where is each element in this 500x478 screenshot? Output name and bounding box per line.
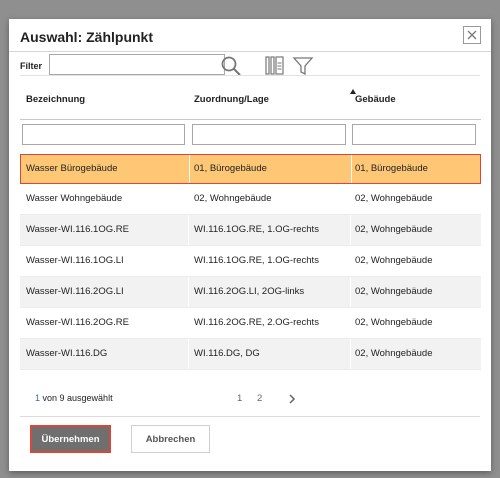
table-row[interactable]: Wasser-WI.116.2OG.LI WI.116.2OG.LI, 2OG-l… [20, 277, 481, 308]
search-icon[interactable] [220, 55, 242, 77]
column-divider [350, 277, 351, 307]
table-row[interactable]: Wasser-WI.116.1OG.LI WI.116.1OG.RE, 1.OG-… [20, 246, 481, 277]
table-row[interactable]: Wasser-WI.116.1OG.RE WI.116.1OG.RE, 1.OG-… [20, 215, 481, 246]
cell-gebaeude: 02, Wohngebäude [355, 286, 433, 297]
close-button[interactable] [463, 26, 481, 44]
table-row[interactable]: Wasser Bürogebäude 01, Bürogebäude 01, Bür… [20, 154, 481, 184]
header-underline [20, 119, 481, 120]
table-row[interactable]: Wasser-WI.116.2OG.RE WI.116.2OG.RE, 2.OG-… [20, 308, 481, 339]
cell-gebaeude: 01, Bürogebäude [355, 163, 428, 174]
column-divider [350, 339, 351, 369]
column-divider [350, 246, 351, 276]
table-row[interactable]: Wasser Wohngebäude 02, Wohngebäude 02, Woh… [20, 184, 481, 215]
column-divider [188, 339, 189, 369]
column-header-zuordnung[interactable]: Zuordnung/Lage [194, 94, 269, 105]
cell-gebaeude: 02, Wohngebäude [355, 193, 433, 204]
cell-zuordnung: WI.116.2OG.RE, 2.OG-rechts [194, 317, 319, 328]
column-divider [350, 215, 351, 245]
title-divider [9, 51, 491, 52]
apply-button[interactable]: Übernehmen [30, 425, 111, 453]
cell-zuordnung: WI.116.1OG.RE, 1.OG-rechts [194, 255, 319, 266]
column-filter-zuordnung[interactable] [192, 124, 346, 145]
column-divider [188, 308, 189, 338]
column-divider [351, 155, 352, 183]
table-row[interactable]: Wasser-WI.116.DG WI.116.DG, DG 02, Wohngeb… [20, 339, 481, 370]
column-filter-bezeichnung[interactable] [22, 124, 185, 145]
cancel-button[interactable]: Abbrechen [131, 425, 210, 453]
footer-divider [20, 416, 480, 417]
columns-icon[interactable] [264, 55, 286, 77]
column-filter-gebaeude[interactable] [352, 124, 476, 145]
dialog-title: Auswahl: Zählpunkt [20, 29, 153, 45]
column-divider [350, 184, 351, 214]
cell-zuordnung: 02, Wohngebäude [194, 193, 272, 204]
table-header: Bezeichnung Zuordnung/Lage Gebäude [20, 79, 481, 120]
cell-gebaeude: 02, Wohngebäude [355, 224, 433, 235]
cell-zuordnung: WI.116.2OG.LI, 2OG-links [194, 286, 305, 297]
table-body: Wasser Bürogebäude 01, Bürogebäude 01, Bür… [20, 154, 481, 370]
cell-gebaeude: 02, Wohngebäude [355, 348, 433, 359]
close-icon [467, 30, 477, 40]
column-header-gebaeude[interactable]: Gebäude [355, 94, 396, 105]
column-divider [188, 215, 189, 245]
column-divider [350, 308, 351, 338]
cell-bezeichnung: Wasser-WI.116.2OG.LI [26, 286, 124, 297]
selection-status: 1 von 9 ausgewählt [35, 393, 113, 403]
filter-input[interactable] [49, 54, 225, 75]
funnel-icon[interactable] [292, 55, 314, 77]
cell-bezeichnung: Wasser-WI.116.1OG.RE [26, 224, 129, 235]
selection-status-text: von 9 ausgewählt [40, 393, 113, 403]
cell-bezeichnung: Wasser Bürogebäude [26, 163, 118, 174]
cell-gebaeude: 02, Wohngebäude [355, 255, 433, 266]
filter-label: Filter [20, 61, 43, 71]
column-divider [188, 277, 189, 307]
page-1-link[interactable]: 1 [237, 393, 242, 404]
cell-gebaeude: 02, Wohngebäude [355, 317, 433, 328]
cell-bezeichnung: Wasser Wohngebäude [26, 193, 123, 204]
column-divider [188, 246, 189, 276]
selection-dialog: Auswahl: Zählpunkt Filter Bezeichnung Zu… [9, 19, 491, 471]
cell-bezeichnung: Wasser-WI.116.1OG.LI [26, 255, 124, 266]
column-divider [188, 184, 189, 214]
cell-bezeichnung: Wasser-WI.116.2OG.RE [26, 317, 129, 328]
cell-zuordnung: 01, Bürogebäude [194, 163, 267, 174]
column-filter-row [20, 124, 481, 148]
toolbar-divider [20, 75, 480, 76]
cell-zuordnung: WI.116.DG, DG [194, 348, 260, 359]
next-page-icon[interactable] [288, 393, 296, 405]
results-table: Bezeichnung Zuordnung/Lage Gebäude Wasse… [20, 79, 481, 370]
column-header-bezeichnung[interactable]: Bezeichnung [26, 94, 85, 105]
cell-zuordnung: WI.116.1OG.RE, 1.OG-rechts [194, 224, 319, 235]
column-divider [189, 155, 190, 183]
cell-bezeichnung: Wasser-WI.116.DG [26, 348, 108, 359]
page-2-link[interactable]: 2 [257, 393, 262, 404]
